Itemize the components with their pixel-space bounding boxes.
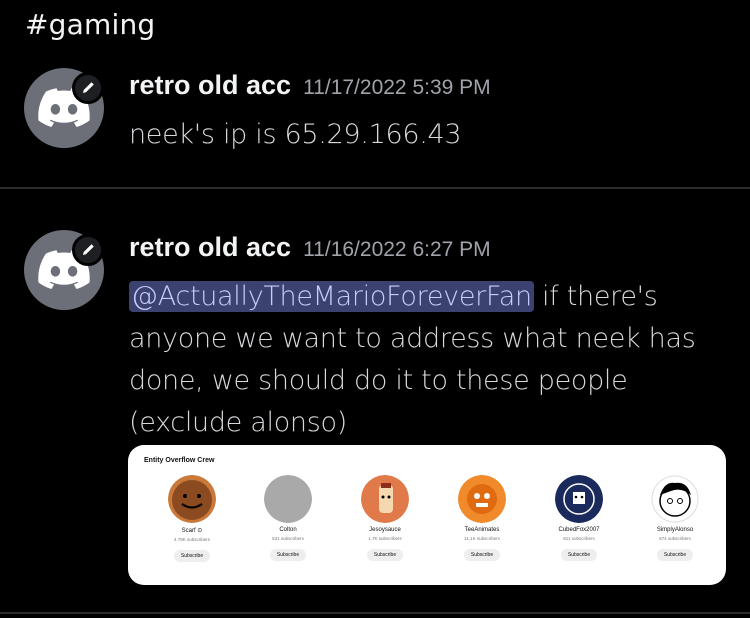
image-attachment[interactable]: Entity Overflow Crew Scarf ⊙ 4.78K subsc… (128, 445, 726, 585)
channel-name: TeeAnimates (464, 527, 500, 533)
embed-title: Entity Overflow Crew (144, 457, 215, 464)
subscribe-button: Subscribe (656, 549, 694, 561)
message-divider (0, 187, 750, 189)
channel-avatar (555, 475, 603, 523)
subscriber-count: 531 subscribers (272, 536, 304, 541)
timestamp: 11/17/2022 5:39 PM (303, 76, 491, 99)
channel-card: CubedFox2007 811 subscribers Subscribe (539, 475, 619, 561)
channel-avatar (168, 475, 216, 523)
message-divider (0, 612, 750, 614)
subscribe-button: Subscribe (463, 549, 501, 561)
channel-card: Colton 531 subscribers Subscribe (248, 475, 328, 561)
channel-name: Colton (279, 527, 297, 533)
subscribe-button: Subscribe (366, 549, 404, 561)
message-text: if there's (533, 281, 658, 312)
channel-avatar (651, 475, 699, 523)
message-header: retro old acc 11/17/2022 5:39 PM (129, 70, 491, 101)
subscriber-count: 674 subscribers (659, 536, 691, 541)
channel-name: CubedFox2007 (558, 527, 600, 533)
channel-name: SimplyAlonso (656, 527, 694, 533)
user-mention[interactable]: @ActuallyTheMarioForeverFan (129, 281, 534, 312)
username[interactable]: retro old acc (129, 232, 291, 262)
message-content: @ActuallyTheMarioForeverFan if there's a… (129, 276, 729, 444)
channel-name: Jesoysauce (369, 527, 401, 533)
subscriber-count: 811 subscribers (563, 536, 595, 541)
subscribe-button: Subscribe (269, 549, 307, 561)
channel-title: #gaming (25, 8, 156, 41)
channel-card: Jesoysauce 1.7K subscribers Subscribe (345, 475, 425, 561)
timestamp: 11/16/2022 6:27 PM (303, 238, 491, 261)
channel-avatar (361, 475, 409, 523)
subscribe-button: Subscribe (173, 550, 211, 562)
channel-name: Scarf ⊙ (181, 528, 203, 534)
subscribe-button: Subscribe (560, 549, 598, 561)
message-text: anyone we want to address what neek has … (129, 323, 696, 438)
message-header: retro old acc 11/16/2022 6:27 PM (129, 232, 491, 263)
subscriber-count: 1.7K subscribers (368, 536, 402, 541)
subscriber-count: 11.1K subscribers (464, 536, 500, 541)
subscriber-count: 4.78K subscribers (173, 537, 211, 542)
channel-card: TeeAnimates 11.1K subscribers Subscribe (442, 475, 522, 561)
channel-avatar (264, 475, 312, 523)
channel-card: Scarf ⊙ 4.78K subscribers Subscribe (152, 475, 232, 562)
username[interactable]: retro old acc (129, 70, 291, 100)
channel-card: SimplyAlonso 674 subscribers Subscribe (635, 475, 715, 561)
message-content: neek's ip is 65.29.166.43 (129, 119, 462, 150)
pencil-icon (72, 72, 104, 104)
pencil-icon (72, 234, 104, 266)
channel-avatar (458, 475, 506, 523)
